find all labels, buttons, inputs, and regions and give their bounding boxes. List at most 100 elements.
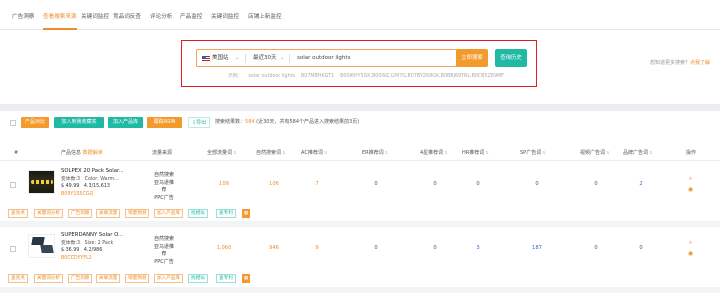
product-info: SOLPEX 20 Pack Solar... 变体数:3 Color: War… [61,168,124,198]
search-input[interactable]: solar outdoor lights [297,50,350,66]
add-library-button[interactable]: 加入产品库 [108,117,143,128]
tag-sales-forecast[interactable]: 销量预测 [125,274,150,283]
row-checkbox[interactable] [10,182,16,188]
search-highlight-frame: 美国站 ⌄ 最近30天 ⌄ solar outdoor lights 立即搜索 … [181,40,537,87]
col-ac-kw[interactable]: AC推荐词⇅ [301,145,327,161]
tag-ad-insight[interactable]: 广告洞察 [68,274,93,283]
col-natural-kw[interactable]: 自然搜索词⇅ [256,145,285,161]
sort-icon[interactable]: ⇅ [385,150,388,155]
tag-patent[interactable]: 查专利 [216,209,236,218]
example-asin[interactable]: B07MBHKGT1 [301,74,334,79]
tag-patent[interactable]: 查专利 [216,274,236,283]
sort-icon[interactable]: ⇅ [282,150,285,155]
more-icon[interactable]: ▦ [242,209,250,218]
col-sp-kw[interactable]: SP广告词⇅ [520,145,546,161]
all-kw-value[interactable]: 1,060 [209,245,239,251]
export-button[interactable]: ⇩导出 [188,117,210,128]
source-natural: 自然搜索 [153,236,174,242]
col-4star-kw-label: 4星推荐词 [420,150,444,156]
select-all-checkbox[interactable] [10,120,16,126]
tag-related-traffic[interactable]: 关联流量 [96,209,121,218]
track-asin-button[interactable]: 跟踪ASIN [147,117,182,128]
tag-sales-forecast[interactable]: 销量预测 [125,209,150,218]
tag-find-similar[interactable]: 找相似 [188,209,208,218]
sort-icon[interactable]: ⇅ [649,150,652,155]
example-asin-list[interactable]: B00I6HY5GK,B00I9Z,I2M7G,B07BYZ68GK,B0BBJ… [340,74,504,79]
time-range-select[interactable]: 最近30天 [253,50,277,66]
tag-keyword-analysis[interactable]: 关键词分析 [34,274,63,283]
product-image[interactable] [28,170,55,194]
chevron-down-icon[interactable]: ⌄ [235,50,240,66]
tag-highlight[interactable]: 查亮点 [8,209,28,218]
more-search-link[interactable]: 点我了解 [690,60,710,66]
sort-icon[interactable]: ⇅ [324,150,327,155]
tab-search-source[interactable]: 查看搜索来源 [43,0,77,30]
product-title[interactable]: SOLPEX 20 Pack Solar... [61,168,124,176]
sort-icon[interactable]: ⇅ [444,150,447,155]
sort-icon[interactable]: ⇅ [233,150,236,155]
product-asin[interactable]: B0CCDYYFL2 [61,255,123,263]
more-icon[interactable]: ▦ [242,274,250,283]
row-gap [0,287,720,293]
search-icon[interactable]: ⌕ [687,239,694,246]
tag-keyword-analysis[interactable]: 关键词分析 [34,209,63,218]
product-variants: 变体数:3 Size: 2 Pack [61,240,123,248]
col-brand-kw[interactable]: 品牌广告词⇅ [623,145,652,161]
tab-keyword-monitor-2[interactable]: 关键词监控 [211,0,239,30]
sp-kw-value[interactable]: 187 [522,245,552,251]
tag-ad-insight[interactable]: 广告洞察 [68,209,93,218]
tab-review-analysis[interactable]: 评论分析 [150,0,172,30]
product-asin[interactable]: B09Y1S5CGQ [61,191,124,199]
video-kw-value: 0 [594,245,598,251]
col-er-kw[interactable]: ER推荐词⇅ [362,145,388,161]
ac-kw-value[interactable]: 7 [302,181,332,187]
col-4star-kw[interactable]: 4星推荐词⇅ [420,145,448,161]
tag-add-library[interactable]: 加入产品库 [154,209,183,218]
location-pin-icon[interactable]: ◉ [687,250,694,257]
sort-icon[interactable]: ⇅ [542,150,545,155]
all-kw-value[interactable]: 109 [209,181,239,187]
tag-related-traffic[interactable]: 关联流量 [96,274,121,283]
tag-add-library[interactable]: 加入产品库 [154,274,183,283]
tab-competitor-reverse[interactable]: 竞品词反查 [113,0,141,30]
er-kw-value: 0 [374,245,378,251]
source-recommend: 亚马逊推荐 [153,179,174,194]
example-keyword[interactable]: solar outdoor lights [248,74,295,79]
4star-kw-value: 0 [433,181,437,187]
more-search-text: 想知道更多搜索？ [650,60,691,66]
hr-kw-value[interactable]: 3 [463,245,493,251]
natural-kw-value[interactable]: 946 [259,245,289,251]
marketplace-select[interactable]: 美国站 [212,50,229,66]
row-checkbox[interactable] [10,246,16,252]
col-hr-kw[interactable]: HR推荐词⇅ [462,145,489,161]
search-button[interactable]: 立即搜索 [456,49,488,67]
natural-kw-value[interactable]: 106 [259,181,289,187]
chevron-down-icon[interactable]: ⌄ [280,50,285,66]
col-video-kw[interactable]: 视频广告词⇅ [580,145,609,161]
ac-kw-value[interactable]: 9 [302,245,332,251]
product-rating: 4.3/15,613 [83,184,110,189]
result-number: 584 [245,119,255,125]
col-product-sub[interactable]: 数据解读 [83,150,103,156]
sort-icon[interactable]: ⇅ [606,150,609,155]
tab-product-monitor[interactable]: 产品监控 [180,0,202,30]
query-history-button[interactable]: 查询历史 [495,49,527,67]
location-pin-icon[interactable]: ◉ [687,186,694,193]
compare-button[interactable]: 产品对比 [21,117,49,128]
us-flag-icon [202,56,210,61]
product-title[interactable]: SUPERDANNY Solar O... [61,232,123,240]
search-icon[interactable]: ⌕ [687,175,694,182]
product-image[interactable] [28,234,55,258]
tag-highlight[interactable]: 查亮点 [8,274,28,283]
search-examples: 示例： solar outdoor lights B07MBHKGT1 B00I6HY… [228,72,510,79]
brand-kw-value[interactable]: 2 [626,181,656,187]
col-hr-kw-label: HR推荐词 [462,150,485,156]
sort-icon[interactable]: ⇅ [485,150,488,155]
row-tag-bar: 查亮点 关键词分析 广告洞察 关联流量 销量预测 加入产品库 找相似 查专利 ▦ [0,274,720,286]
tag-find-similar[interactable]: 找相似 [188,274,208,283]
tab-keyword-monitor[interactable]: 关键词监控 [81,0,109,30]
tab-ad-insight[interactable]: 广告洞察 [12,0,34,30]
tab-shop-new-monitor[interactable]: 店铺上新监控 [248,0,282,30]
add-favorite-button[interactable]: 加入到我收藏夹 [54,117,104,128]
col-all-kw[interactable]: 全部流量词⇅ [207,145,236,161]
